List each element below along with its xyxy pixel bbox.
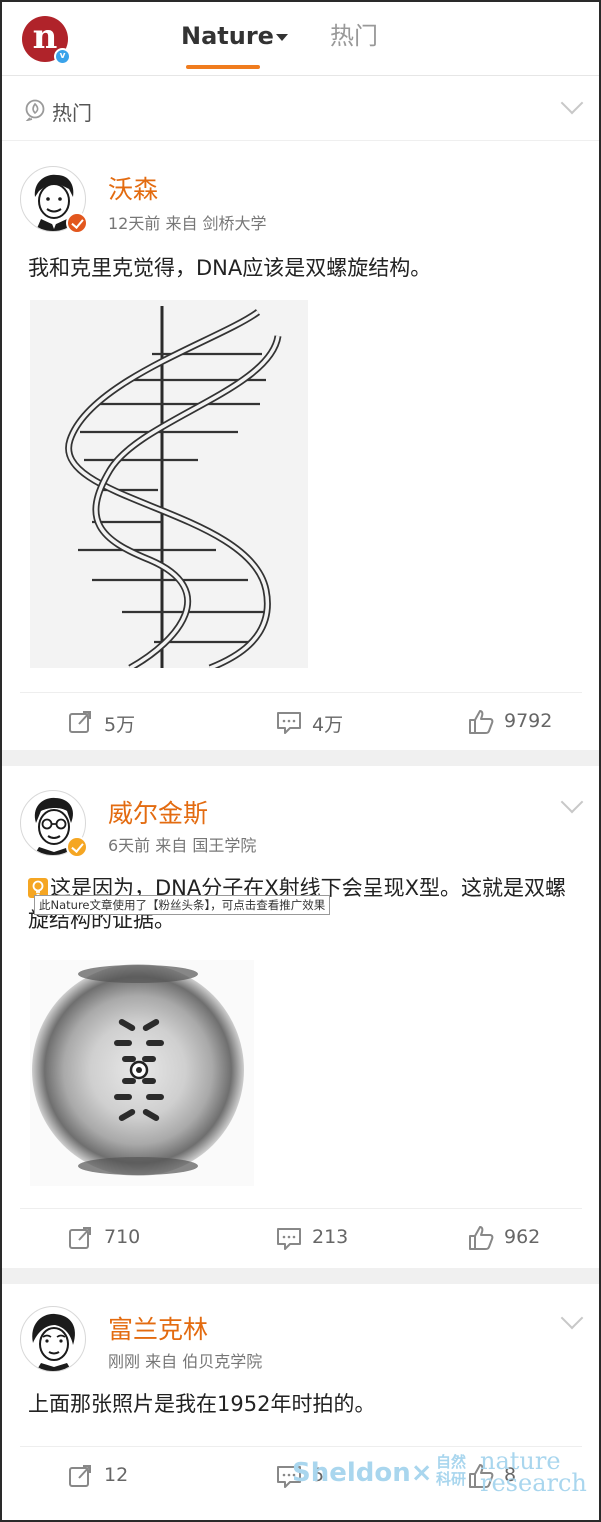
post-text: 我和克里克觉得，DNA应该是双螺旋结构。 — [28, 256, 432, 280]
post-image[interactable] — [30, 300, 308, 668]
hot-bar-label: 热门 — [52, 101, 92, 125]
thumbs-up-icon — [469, 710, 494, 734]
author-name[interactable]: 富兰克林 — [108, 1310, 208, 1346]
watermark-cn: 自然科研 — [436, 1453, 467, 1488]
author-name[interactable]: 威尔金斯 — [108, 794, 208, 830]
tab-hot[interactable]: 热门 — [330, 20, 378, 52]
thumbs-up-icon — [469, 1226, 494, 1250]
post-source: 来自 国王学院 — [155, 836, 257, 855]
like-count: 962 — [504, 1226, 541, 1248]
post-meta: 12天前 来自 剑桥大学 — [108, 210, 267, 234]
app-frame: n v Nature 热门 热门 沃森 12天前 来自 剑桥大学 我和克里克觉得… — [0, 0, 601, 1522]
verified-icon: v — [54, 48, 71, 65]
post-meta: 6天前 来自 国王学院 — [108, 832, 256, 856]
double-helix-image — [65, 306, 282, 668]
watermark-sheldon: Sheldon× — [292, 1458, 433, 1488]
promotion-tooltip[interactable]: 此Nature文章使用了【粉丝头条】，可点击查看推广效果 — [34, 895, 331, 915]
tab-nature[interactable]: Nature — [181, 20, 288, 52]
card-divider — [2, 1268, 599, 1284]
like-count: 9792 — [504, 710, 553, 732]
active-tab-indicator — [186, 65, 260, 69]
post-card: 威尔金斯 6天前 来自 国王学院 这是因为，DNA分子在X射线下会呈现X型。这就… — [2, 766, 599, 1268]
repost-count: 710 — [104, 1226, 141, 1248]
x-ray-diffraction-image — [32, 964, 244, 1176]
comment-count: 213 — [312, 1226, 349, 1248]
post-time: 12天前 — [108, 214, 161, 233]
avatar[interactable] — [20, 1306, 86, 1372]
comment-icon — [277, 1228, 301, 1250]
repost-icon — [69, 1227, 91, 1249]
verified-badge-icon — [66, 212, 88, 234]
chevron-down-icon[interactable] — [560, 91, 584, 115]
hot-topic-icon — [25, 99, 45, 121]
repost-count: 12 — [104, 1464, 129, 1486]
comment-icon — [277, 712, 301, 734]
post-image[interactable] — [30, 960, 254, 1186]
post-source: 来自 剑桥大学 — [165, 214, 267, 233]
post-card: 沃森 12天前 来自 剑桥大学 我和克里克觉得，DNA应该是双螺旋结构。 5万 … — [2, 142, 599, 750]
post-source: 来自 伯贝克学院 — [145, 1352, 263, 1371]
post-time: 6天前 — [108, 836, 151, 855]
post-meta: 刚刚 来自 伯贝克学院 — [108, 1348, 262, 1372]
comment-count: 4万 — [312, 714, 344, 736]
chevron-down-icon[interactable] — [560, 790, 584, 814]
repost-icon — [69, 711, 91, 733]
post-actions: 710 213 962 — [20, 1208, 582, 1266]
post-time: 刚刚 — [108, 1352, 141, 1371]
post-actions: 5万 4万 9792 — [20, 692, 582, 750]
caret-down-icon — [275, 33, 288, 41]
repost-icon — [69, 1465, 91, 1487]
top-nav: n v Nature 热门 — [2, 2, 599, 76]
repost-count: 5万 — [104, 714, 136, 736]
card-divider — [2, 750, 599, 766]
post-text: 上面那张照片是我在1952年时拍的。 — [28, 1392, 376, 1416]
watermark: Sheldon× 自然科研 nature research — [288, 1447, 588, 1500]
verified-badge-icon — [66, 836, 88, 858]
chevron-down-icon[interactable] — [560, 1306, 584, 1330]
watermark-nature: nature research — [480, 1447, 587, 1497]
author-name[interactable]: 沃森 — [108, 170, 158, 206]
hot-bar[interactable]: 热门 — [2, 77, 599, 141]
